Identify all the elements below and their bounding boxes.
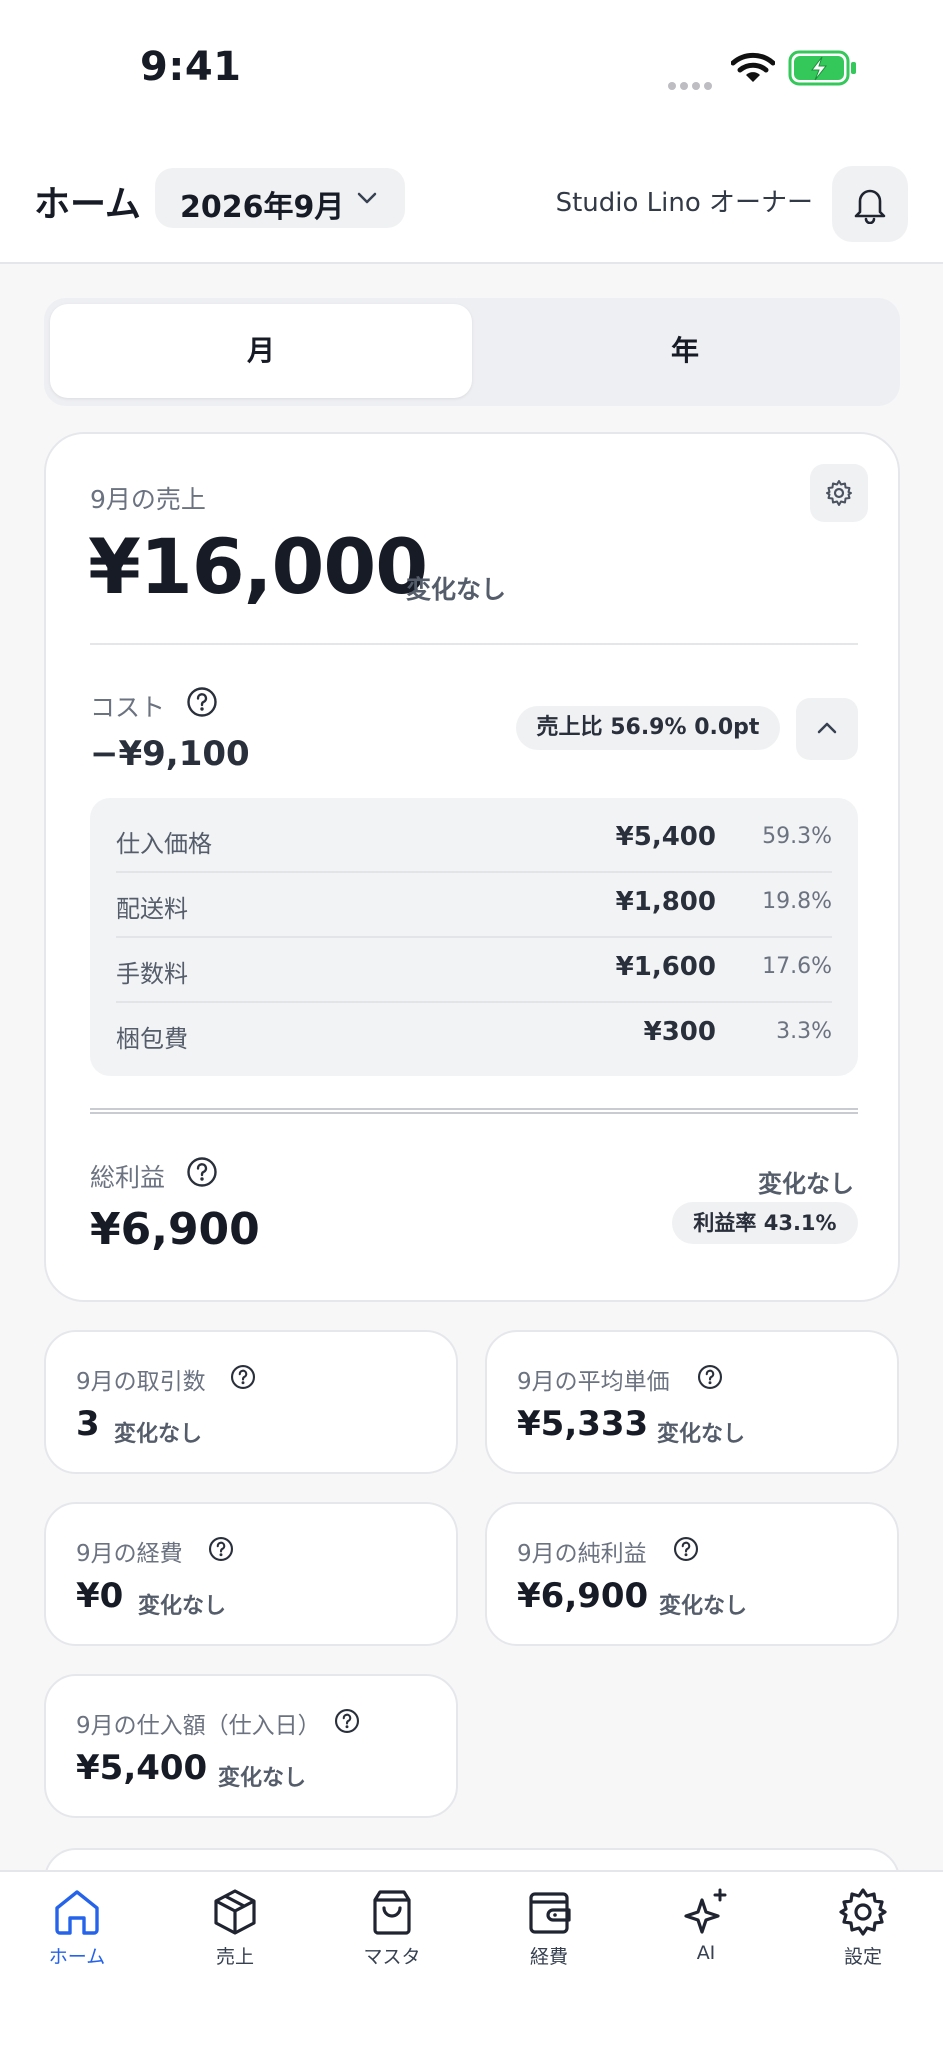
stat-label: 9月の経費	[76, 1541, 183, 1567]
stat-label: 9月の仕入額（仕入日）	[76, 1713, 321, 1739]
stat-change: 変化なし	[659, 1594, 748, 1619]
cost-item-name: 仕入価格	[116, 830, 212, 858]
cost-item-pct: 17.6%	[762, 954, 832, 979]
tab-settings[interactable]: 設定	[798, 1886, 928, 2006]
signal-icon	[668, 75, 716, 90]
wallet-icon	[529, 1892, 571, 1934]
wifi-icon	[731, 52, 775, 82]
divider	[90, 643, 858, 645]
help-icon[interactable]	[334, 1708, 360, 1734]
stat-change: 変化なし	[218, 1766, 307, 1791]
month-selector[interactable]: 2026年9月	[155, 168, 405, 228]
help-icon[interactable]	[208, 1536, 234, 1562]
cost-ratio-badge: 売上比 56.9% 0.0pt	[516, 706, 780, 750]
bottom-tab-bar: ホーム 売上 マスタ 経費 AI 設定	[0, 1870, 943, 2051]
cost-item-pct: 59.3%	[762, 824, 832, 849]
stat-change: 変化なし	[114, 1422, 203, 1447]
gear-icon	[826, 480, 852, 506]
tab-label: 設定	[843, 1946, 882, 1968]
cost-item-value: ¥5,400	[615, 822, 716, 852]
tab-label: AI	[696, 1942, 716, 1964]
tab-home[interactable]: ホーム	[12, 1886, 142, 2006]
chevron-up-icon	[817, 722, 837, 734]
month-label: 2026年9月	[180, 190, 345, 225]
sales-change: 変化なし	[406, 575, 507, 604]
tab-ai[interactable]: AI	[641, 1886, 771, 2006]
cost-item-value: ¥300	[643, 1017, 716, 1047]
card-settings-button[interactable]	[810, 464, 868, 522]
gross-profit-label: 総利益	[90, 1163, 166, 1192]
stat-value: ¥6,900	[517, 1576, 649, 1616]
collapse-cost-button[interactable]	[796, 698, 858, 760]
cost-item-pct: 19.8%	[762, 889, 832, 914]
cost-item-name: 手数料	[116, 960, 188, 988]
tab-sales[interactable]: 売上	[170, 1886, 300, 2006]
tab-expenses[interactable]: 経費	[484, 1886, 614, 2006]
tab-month[interactable]: 月	[50, 304, 472, 398]
sales-summary-card: 9月の売上 ¥16,000 変化なし コスト −¥9,100 売上比 56.9%…	[44, 432, 900, 1302]
cost-item-pct: 3.3%	[776, 1019, 832, 1044]
stat-card-expenses[interactable]: 9月の経費 ¥0 変化なし	[44, 1502, 458, 1646]
tab-label: マスタ	[363, 1946, 421, 1968]
stat-change: 変化なし	[657, 1422, 746, 1447]
store-user-label: Studio Lino オーナー	[555, 188, 813, 218]
chevron-down-icon	[357, 192, 377, 204]
cost-item-name: 梱包費	[116, 1025, 188, 1053]
box-icon	[214, 1889, 256, 1935]
stat-value: ¥0	[76, 1576, 124, 1616]
app-header: ホーム 2026年9月 Studio Lino オーナー	[0, 130, 943, 264]
cost-row: 配送料 ¥1,800 19.8%	[116, 871, 832, 938]
gear-icon	[839, 1888, 887, 1936]
stat-card-average-price[interactable]: 9月の平均単価 ¥5,333 変化なし	[485, 1330, 899, 1474]
cost-item-value: ¥1,800	[615, 887, 716, 917]
sales-label: 9月の売上	[90, 485, 206, 514]
tab-label: 経費	[529, 1946, 568, 1968]
help-icon[interactable]	[186, 1156, 218, 1188]
home-icon	[55, 1890, 99, 1935]
bag-icon	[373, 1890, 411, 1935]
cost-breakdown: 仕入価格 ¥5,400 59.3% 配送料 ¥1,800 19.8% 手数料 ¥…	[90, 798, 858, 1076]
tab-label: ホーム	[48, 1946, 106, 1968]
cost-row: 梱包費 ¥300 3.3%	[116, 1001, 832, 1066]
total-rule	[90, 1108, 858, 1114]
stat-label: 9月の純利益	[517, 1541, 647, 1567]
profit-margin-badge: 利益率 43.1%	[672, 1202, 858, 1244]
cost-item-name: 配送料	[116, 895, 188, 923]
cost-row: 手数料 ¥1,600 17.6%	[116, 936, 832, 1003]
stat-card-net-profit[interactable]: 9月の純利益 ¥6,900 変化なし	[485, 1502, 899, 1646]
battery-icon	[788, 50, 856, 86]
stat-card-purchases[interactable]: 9月の仕入額（仕入日） ¥5,400 変化なし	[44, 1674, 458, 1818]
tab-label: 売上	[215, 1946, 254, 1968]
stat-label: 9月の取引数	[76, 1369, 206, 1395]
gross-profit-value: ¥6,900	[90, 1204, 260, 1255]
help-icon[interactable]	[186, 686, 218, 718]
tab-year[interactable]: 年	[474, 304, 896, 398]
sales-value: ¥16,000	[88, 522, 428, 611]
period-toggle: 月 年	[44, 298, 900, 406]
stat-label: 9月の平均単価	[517, 1369, 670, 1395]
help-icon[interactable]	[697, 1364, 723, 1390]
bell-icon	[854, 189, 886, 224]
cost-row: 仕入価格 ¥5,400 59.3%	[116, 806, 832, 873]
cost-item-value: ¥1,600	[615, 952, 716, 982]
tab-master[interactable]: マスタ	[327, 1886, 457, 2006]
stat-card-transactions[interactable]: 9月の取引数 3 変化なし	[44, 1330, 458, 1474]
status-bar: 9:41	[0, 0, 943, 130]
sparkle-icon	[684, 1888, 727, 1934]
notification-button[interactable]	[832, 166, 908, 242]
stat-value: ¥5,333	[517, 1404, 649, 1444]
cost-value: −¥9,100	[90, 734, 250, 774]
stat-value: 3	[76, 1404, 100, 1444]
gross-profit-change: 変化なし	[758, 1170, 854, 1198]
status-time: 9:41	[140, 44, 242, 90]
help-icon[interactable]	[230, 1364, 256, 1390]
stat-change: 変化なし	[138, 1594, 227, 1619]
stat-value: ¥5,400	[76, 1748, 208, 1788]
help-icon[interactable]	[673, 1536, 699, 1562]
page-title: ホーム	[34, 184, 141, 225]
cost-label: コスト	[90, 693, 166, 722]
